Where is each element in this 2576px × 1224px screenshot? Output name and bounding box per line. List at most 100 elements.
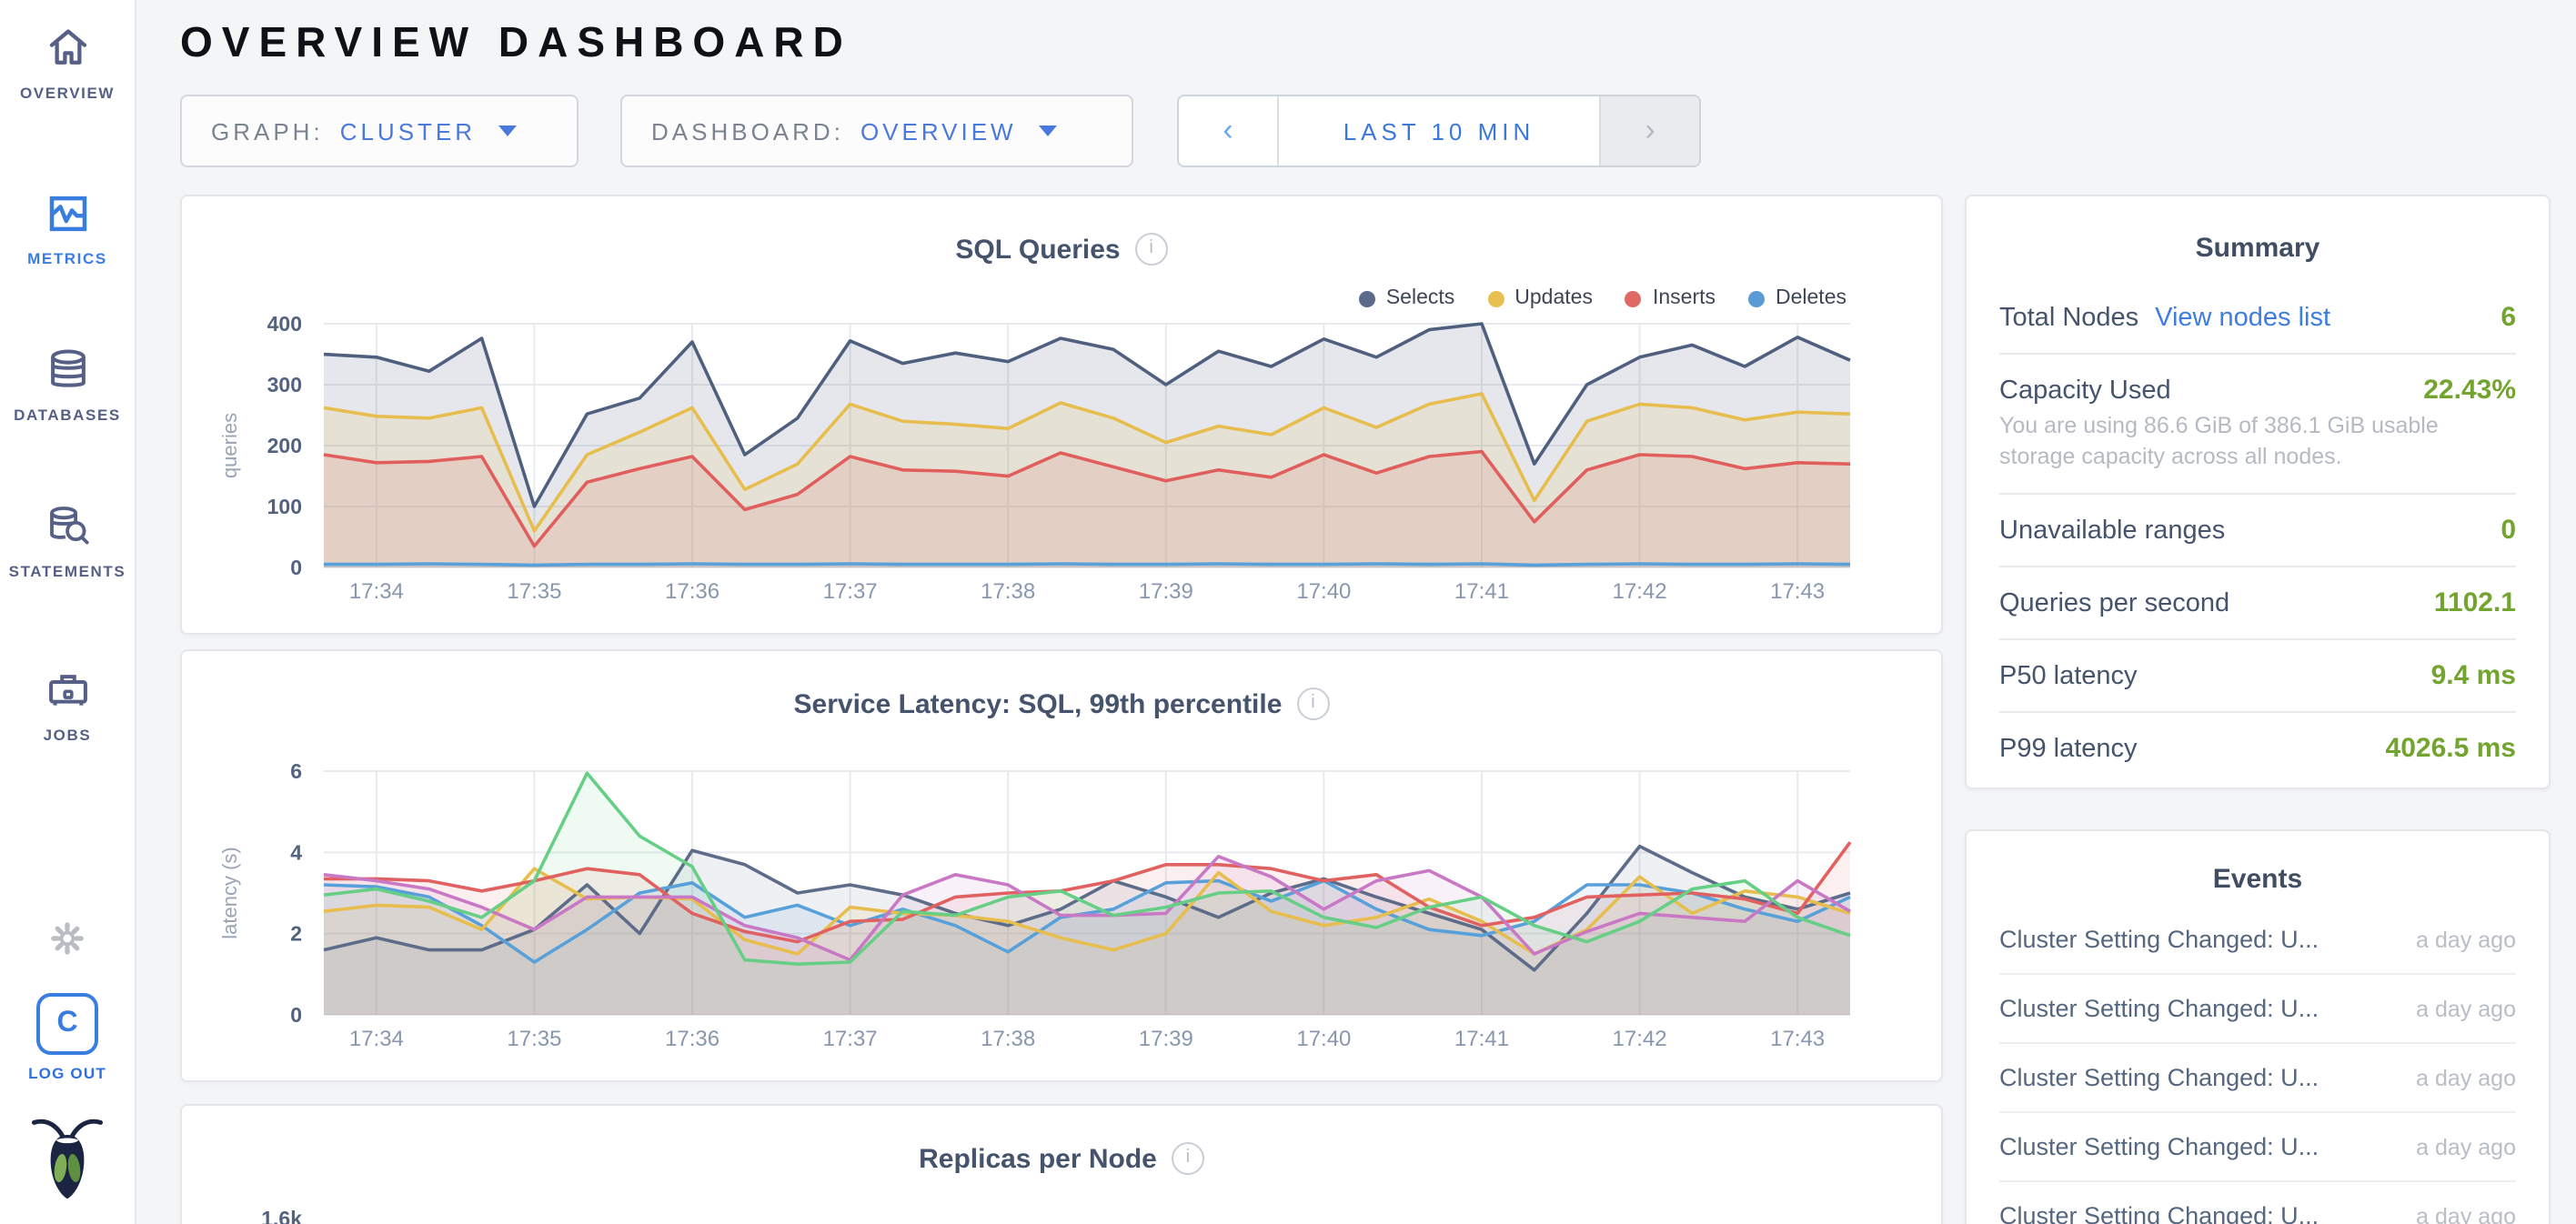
chevron-left-icon: ‹ xyxy=(1223,113,1233,149)
summary-title: Summary xyxy=(1967,233,2549,264)
svg-text:latency (s): latency (s) xyxy=(218,847,241,938)
sidebar-item-jobs[interactable]: JOBS xyxy=(0,666,135,744)
svg-text:6: 6 xyxy=(290,759,302,783)
total-nodes-value: 6 xyxy=(2501,302,2516,333)
legend-dot xyxy=(1487,290,1504,306)
cockroach-bug-icon xyxy=(29,1113,106,1200)
chevron-down-icon xyxy=(498,125,516,136)
svg-text:17:37: 17:37 xyxy=(823,1027,878,1051)
home-icon xyxy=(43,24,92,73)
admin-ui-root: OVERVIEW METRICS DATABASES xyxy=(0,0,2576,1224)
info-icon[interactable]: i xyxy=(1296,687,1329,720)
sidebar-item-settings[interactable] xyxy=(0,917,135,960)
capacity-subtext: You are using 86.6 GiB of 386.1 GiB usab… xyxy=(1999,406,2516,492)
metrics-icon xyxy=(43,189,92,238)
events-panel: Events Cluster Setting Changed: U... a d… xyxy=(1965,829,2551,1224)
time-range-button[interactable]: LAST 10 MIN xyxy=(1279,96,1599,166)
sidebar-item-databases[interactable]: DATABASES xyxy=(0,346,135,424)
event-row[interactable]: Cluster Setting Changed: U... a day ago xyxy=(1999,1042,2516,1111)
cockroach-c-icon: C xyxy=(36,993,98,1055)
capacity-used-value: 22.43% xyxy=(2423,375,2516,406)
sidebar-nav: OVERVIEW METRICS DATABASES xyxy=(0,0,136,1224)
sql-queries-card: 010020030040017:3417:3517:3617:3717:3817… xyxy=(180,195,1943,635)
svg-text:17:39: 17:39 xyxy=(1139,1027,1193,1051)
svg-text:17:43: 17:43 xyxy=(1770,579,1825,604)
sidebar-item-label: OVERVIEW xyxy=(20,84,115,102)
legend-dot xyxy=(1748,290,1765,306)
jobs-icon xyxy=(43,666,92,715)
svg-text:17:42: 17:42 xyxy=(1613,1027,1667,1051)
svg-text:200: 200 xyxy=(267,434,302,457)
event-row[interactable]: Cluster Setting Changed: U... a day ago xyxy=(1999,1180,2516,1224)
event-row[interactable]: Cluster Setting Changed: U... a day ago xyxy=(1999,906,2516,973)
svg-text:17:36: 17:36 xyxy=(665,579,719,604)
svg-text:17:38: 17:38 xyxy=(981,579,1035,604)
replicas-per-node-card: 1.6k Replicas per Node i xyxy=(180,1104,1943,1224)
legend-item-updates[interactable]: Updates xyxy=(1487,287,1593,309)
svg-text:17:40: 17:40 xyxy=(1296,1027,1351,1051)
time-next-button[interactable]: › xyxy=(1599,96,1699,166)
sidebar-item-metrics[interactable]: METRICS xyxy=(0,189,135,267)
graph-dropdown-value: CLUSTER xyxy=(340,117,476,145)
sidebar-item-statements[interactable]: STATEMENTS xyxy=(0,502,135,580)
svg-text:17:37: 17:37 xyxy=(823,579,878,604)
legend-dot xyxy=(1359,290,1375,306)
svg-text:17:36: 17:36 xyxy=(665,1027,719,1051)
statements-icon xyxy=(43,502,92,551)
summary-row-unavailable-ranges: Unavailable ranges 0 xyxy=(1999,492,2516,565)
svg-text:17:39: 17:39 xyxy=(1139,579,1193,604)
dashboard-dropdown-label: DASHBOARD: xyxy=(651,117,844,145)
info-icon[interactable]: i xyxy=(1135,233,1168,266)
cockroach-logo[interactable] xyxy=(0,1113,135,1200)
svg-text:100: 100 xyxy=(267,495,302,518)
graph-dropdown[interactable]: GRAPH: CLUSTER xyxy=(180,95,579,167)
svg-text:17:40: 17:40 xyxy=(1296,579,1351,604)
summary-panel: Summary Total Nodes View nodes list 6 Ca… xyxy=(1965,195,2551,789)
summary-row-capacity: Capacity Used 22.43% You are using 86.6 … xyxy=(1999,353,2516,492)
databases-icon xyxy=(43,346,92,395)
svg-text:2: 2 xyxy=(290,922,302,946)
chart-legend: Selects Updates Inserts Deletes xyxy=(1359,287,1846,309)
svg-text:0: 0 xyxy=(290,1003,302,1027)
svg-text:4: 4 xyxy=(290,840,302,864)
sidebar-item-label: STATEMENTS xyxy=(9,562,126,580)
svg-text:0: 0 xyxy=(290,556,302,579)
legend-item-inserts[interactable]: Inserts xyxy=(1625,287,1716,309)
dashboard-dropdown[interactable]: DASHBOARD: OVERVIEW xyxy=(620,95,1133,167)
qps-value: 1102.1 xyxy=(2434,587,2516,617)
svg-text:17:35: 17:35 xyxy=(507,579,561,604)
view-nodes-list-link[interactable]: View nodes list xyxy=(2155,304,2330,333)
svg-text:400: 400 xyxy=(267,312,302,336)
summary-row-p99: P99 latency 4026.5 ms xyxy=(1999,710,2516,783)
gear-icon xyxy=(45,917,89,960)
info-icon[interactable]: i xyxy=(1172,1142,1204,1175)
svg-text:17:35: 17:35 xyxy=(507,1027,561,1051)
summary-row-qps: Queries per second 1102.1 xyxy=(1999,565,2516,637)
sidebar-item-label: METRICS xyxy=(27,249,107,267)
chart-title: SQL Queries xyxy=(955,234,1120,265)
svg-text:17:34: 17:34 xyxy=(349,579,404,604)
event-row[interactable]: Cluster Setting Changed: U... a day ago xyxy=(1999,973,2516,1042)
legend-dot xyxy=(1625,290,1642,306)
svg-text:17:41: 17:41 xyxy=(1454,579,1509,604)
chevron-down-icon xyxy=(1039,125,1057,136)
sidebar-item-overview[interactable]: OVERVIEW xyxy=(0,24,135,102)
svg-text:17:42: 17:42 xyxy=(1613,579,1667,604)
svg-text:17:38: 17:38 xyxy=(981,1027,1035,1051)
legend-item-deletes[interactable]: Deletes xyxy=(1748,287,1846,309)
p99-latency-value: 4026.5 ms xyxy=(2386,732,2516,763)
sidebar-item-label: JOBS xyxy=(44,726,92,744)
p50-latency-value: 9.4 ms xyxy=(2431,659,2516,690)
dashboard-dropdown-value: OVERVIEW xyxy=(860,117,1017,145)
svg-text:17:34: 17:34 xyxy=(349,1027,404,1051)
sidebar-item-label: DATABASES xyxy=(14,406,121,424)
sidebar-item-logout[interactable]: C LOG OUT xyxy=(0,993,135,1082)
time-range-selector: ‹ LAST 10 MIN › xyxy=(1177,95,1701,167)
time-prev-button[interactable]: ‹ xyxy=(1179,96,1279,166)
svg-text:queries: queries xyxy=(218,413,241,478)
svg-text:1.6k: 1.6k xyxy=(261,1207,302,1224)
event-row[interactable]: Cluster Setting Changed: U... a day ago xyxy=(1999,1111,2516,1180)
svg-text:17:41: 17:41 xyxy=(1454,1027,1509,1051)
chart-title: Service Latency: SQL, 99th percentile xyxy=(794,688,1283,719)
legend-item-selects[interactable]: Selects xyxy=(1359,287,1454,309)
